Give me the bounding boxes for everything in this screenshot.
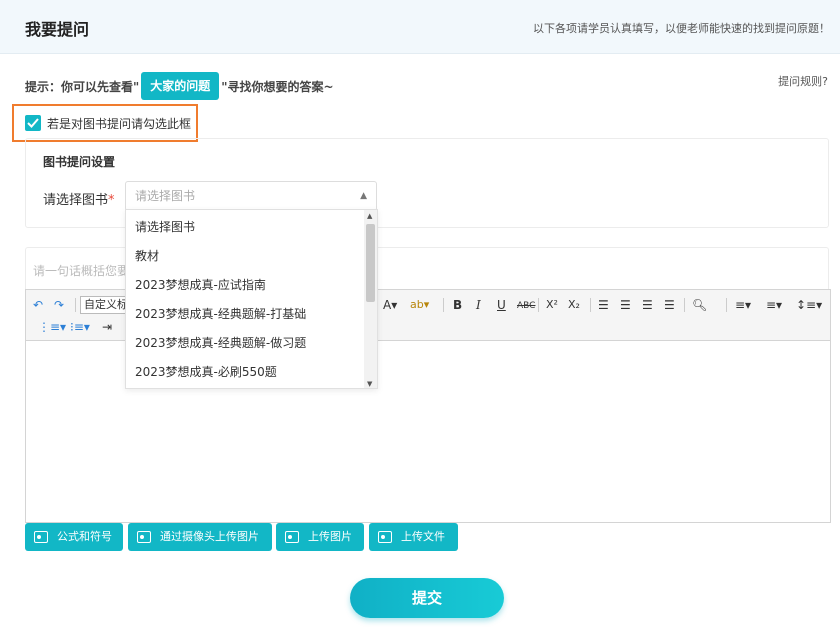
- indent-icon[interactable]: ⇥: [102, 319, 112, 335]
- search-replace-icon[interactable]: 🔍︎: [692, 297, 707, 313]
- underline-icon[interactable]: U: [497, 297, 506, 313]
- upload-image-button[interactable]: 上传图片: [276, 523, 364, 551]
- upload-image-label: 上传图片: [308, 530, 352, 543]
- camera-upload-label: 通过摄像头上传图片: [160, 530, 259, 543]
- question-rules-link[interactable]: 提问规则?: [778, 73, 828, 89]
- dropdown-scrollbar[interactable]: ▲ ▼: [364, 210, 377, 388]
- question-summary-placeholder: 请一句话概括您要: [33, 264, 130, 278]
- formula-symbol-label: 公式和符号: [57, 530, 112, 543]
- book-select-placeholder: 请选择图书: [135, 189, 196, 203]
- book-field-label: 请选择图书*: [43, 189, 115, 208]
- scrollbar-thumb[interactable]: [366, 224, 375, 302]
- required-mark: *: [108, 193, 115, 208]
- align-left-icon[interactable]: ☰: [598, 297, 609, 313]
- page-title: 我要提问: [25, 20, 90, 39]
- dropdown-option[interactable]: 教材: [135, 247, 159, 264]
- upload-file-label: 上传文件: [401, 530, 445, 543]
- book-select-dropdown[interactable]: 请选择图书 教材 2023梦想成真-应试指南 2023梦想成真-经典题解-打基础…: [125, 209, 378, 389]
- book-question-checkbox-label: 若是对图书提问请勾选此框: [47, 117, 192, 131]
- check-icon: [27, 118, 39, 128]
- italic-icon[interactable]: I: [476, 297, 481, 313]
- page-subtitle: 以下各项请学员认真填写，以便老师能快速的找到提问原题！: [533, 22, 830, 35]
- submit-button[interactable]: 提交: [350, 578, 504, 618]
- ordered-list-icon[interactable]: ⋮≡▾: [38, 319, 66, 335]
- toolbar-divider: [443, 298, 444, 312]
- toolbar-divider: [726, 298, 727, 312]
- book-question-checkbox[interactable]: [25, 115, 41, 131]
- align-justify-icon[interactable]: ☰: [664, 297, 675, 313]
- font-family-select[interactable]: 自定义标: [80, 296, 128, 314]
- bold-icon[interactable]: B: [453, 297, 462, 313]
- font-color-icon[interactable]: A▾: [383, 297, 397, 313]
- subscript-icon[interactable]: X₂: [568, 297, 580, 313]
- align-center-icon[interactable]: ☰: [620, 297, 631, 313]
- dropdown-option[interactable]: 2023梦想成真-必刷550题: [135, 363, 277, 380]
- align-right-icon[interactable]: ☰: [642, 297, 653, 313]
- toolbar-divider: [684, 298, 685, 312]
- line-spacing-icon[interactable]: ≡▾: [735, 297, 751, 313]
- scroll-up-icon[interactable]: ▲: [367, 212, 372, 220]
- redo-icon[interactable]: ↷: [54, 297, 64, 313]
- superscript-icon[interactable]: X²: [546, 297, 558, 313]
- row-spacing-icon[interactable]: ↕≡▾: [796, 297, 822, 313]
- scroll-down-icon[interactable]: ▼: [367, 380, 372, 388]
- book-question-checkbox-row[interactable]: 若是对图书提问请勾选此框: [12, 104, 198, 142]
- everyone-questions-button[interactable]: 大家的问题: [141, 72, 220, 100]
- toolbar-divider: [538, 298, 539, 312]
- toolbar-divider: [75, 298, 76, 312]
- book-settings-title: 图书提问设置: [43, 155, 116, 169]
- dropdown-option[interactable]: 2023梦想成真-应试指南: [135, 276, 266, 293]
- image-icon: [34, 531, 48, 543]
- upload-file-button[interactable]: 上传文件: [369, 523, 458, 551]
- image-icon: [285, 531, 299, 543]
- page-header: 我要提问 以下各项请学员认真填写，以便老师能快速的找到提问原题！: [0, 0, 840, 54]
- undo-icon[interactable]: ↶: [33, 297, 43, 313]
- unordered-list-icon[interactable]: ⁝≡▾: [70, 319, 90, 335]
- tip-prefix: 提示：你可以先查看": [25, 79, 140, 94]
- paragraph-spacing-icon[interactable]: ≡▾: [766, 297, 782, 313]
- camera-upload-button[interactable]: 通过摄像头上传图片: [128, 523, 272, 551]
- highlight-color-icon[interactable]: ab▾: [410, 297, 429, 313]
- dropdown-option[interactable]: 2023梦想成真-经典题解-做习题: [135, 334, 306, 351]
- file-icon: [378, 531, 392, 543]
- tip-line: 提示：你可以先查看" 大家的问题 "寻找你想要的答案~: [25, 72, 334, 100]
- strikethrough-icon[interactable]: ABC: [517, 298, 535, 314]
- dropdown-option[interactable]: 请选择图书: [135, 218, 195, 235]
- toolbar-divider: [590, 298, 591, 312]
- book-field-label-text: 请选择图书: [43, 193, 109, 208]
- chevron-up-icon: ▲: [360, 191, 367, 201]
- dropdown-option[interactable]: 2023梦想成真-经典题解-打基础: [135, 305, 306, 322]
- tip-suffix: "寻找你想要的答案~: [221, 79, 334, 94]
- formula-symbol-button[interactable]: 公式和符号: [25, 523, 123, 551]
- book-select[interactable]: 请选择图书 ▲: [125, 181, 377, 211]
- image-icon: [137, 531, 151, 543]
